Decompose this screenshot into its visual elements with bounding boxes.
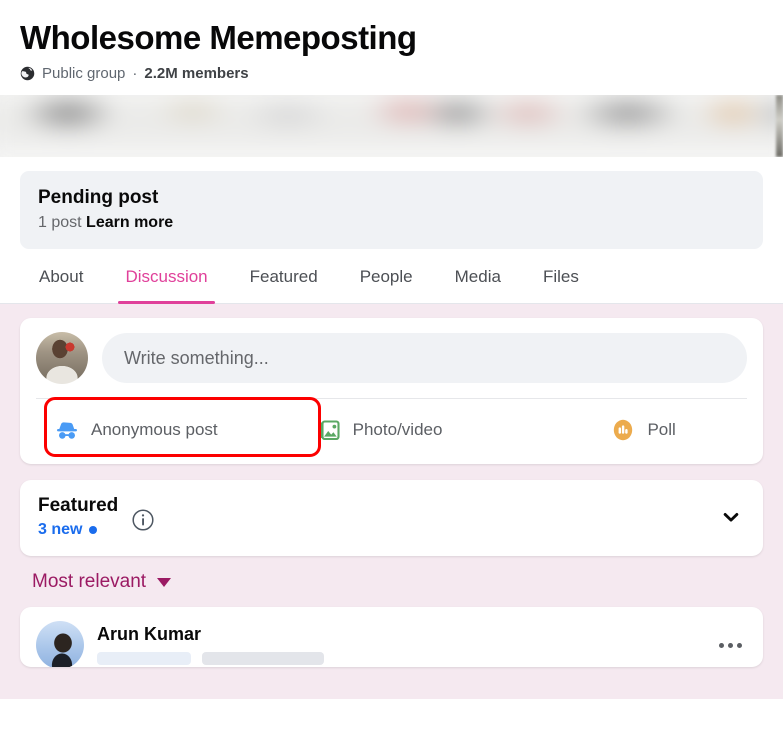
group-tabs: About Discussion Featured People Media F… bbox=[0, 249, 783, 304]
pending-post-subtitle: 1 post Learn more bbox=[38, 212, 745, 233]
composer-input-row bbox=[36, 332, 747, 398]
poll-icon bbox=[610, 417, 636, 443]
group-meta: Public group · 2.2M members bbox=[20, 65, 763, 82]
anonymous-post-button[interactable]: Anonymous post bbox=[44, 408, 228, 452]
tab-people[interactable]: People bbox=[339, 249, 434, 304]
feed: Anonymous post Photo/video bbox=[0, 304, 783, 699]
featured-card[interactable]: Featured 3 new bbox=[20, 480, 763, 556]
featured-new-label: 3 new bbox=[38, 521, 83, 538]
tab-featured[interactable]: Featured bbox=[229, 249, 339, 304]
post-identity: Arun Kumar bbox=[97, 621, 700, 665]
more-options-icon[interactable] bbox=[713, 633, 747, 657]
sort-label: Most relevant bbox=[32, 571, 147, 592]
tab-discussion[interactable]: Discussion bbox=[104, 249, 228, 304]
chevron-down-icon[interactable] bbox=[717, 503, 745, 531]
meta-separator: · bbox=[132, 65, 138, 82]
poll-label: Poll bbox=[647, 420, 676, 439]
photo-video-icon bbox=[316, 417, 342, 443]
cover-photo-image bbox=[0, 95, 783, 157]
featured-new-badge: 3 new bbox=[38, 520, 118, 540]
post-header: Arun Kumar bbox=[36, 621, 747, 667]
caret-down-icon bbox=[157, 577, 172, 587]
group-privacy: Public group bbox=[42, 65, 126, 82]
globe-icon bbox=[20, 66, 35, 81]
cover-photo-edge bbox=[776, 95, 783, 157]
featured-left: Featured 3 new bbox=[38, 494, 717, 540]
avatar[interactable] bbox=[36, 332, 88, 384]
tab-about[interactable]: About bbox=[20, 249, 104, 304]
tab-files[interactable]: Files bbox=[522, 249, 600, 304]
group-member-count: 2.2M members bbox=[144, 65, 249, 82]
skeleton-bar bbox=[202, 652, 324, 665]
info-icon[interactable] bbox=[131, 508, 155, 532]
incognito-icon bbox=[54, 417, 80, 443]
pending-post-count: 1 post bbox=[38, 214, 82, 231]
featured-texts: Featured 3 new bbox=[38, 494, 118, 540]
anonymous-post-label: Anonymous post bbox=[91, 420, 218, 439]
photo-video-button[interactable]: Photo/video bbox=[306, 408, 453, 452]
page-title: Wholesome Memeposting bbox=[20, 19, 417, 56]
pending-post-section: Pending post 1 post Learn more bbox=[0, 157, 783, 249]
learn-more-link[interactable]: Learn more bbox=[86, 214, 173, 231]
cover-photo[interactable] bbox=[0, 95, 783, 157]
post-composer-card: Anonymous post Photo/video bbox=[20, 318, 763, 464]
new-indicator-dot bbox=[89, 526, 98, 534]
skeleton-bar bbox=[97, 652, 191, 665]
sort-dropdown[interactable]: Most relevant bbox=[20, 556, 175, 605]
group-header: Wholesome Memeposting Public group · 2.2… bbox=[0, 0, 783, 82]
avatar[interactable] bbox=[36, 621, 84, 667]
tab-media[interactable]: Media bbox=[434, 249, 522, 304]
search-input[interactable] bbox=[102, 333, 747, 383]
pending-post-card[interactable]: Pending post 1 post Learn more bbox=[20, 171, 763, 249]
group-page: Wholesome Memeposting Public group · 2.2… bbox=[0, 0, 783, 750]
post-card: Arun Kumar bbox=[20, 607, 763, 667]
post-meta-placeholder bbox=[97, 652, 700, 665]
composer-actions: Anonymous post Photo/video Poll bbox=[36, 397, 747, 464]
pending-post-title: Pending post bbox=[38, 187, 159, 208]
photo-video-label: Photo/video bbox=[352, 420, 443, 439]
post-author-name[interactable]: Arun Kumar bbox=[97, 623, 700, 645]
featured-title: Featured bbox=[38, 495, 119, 516]
poll-button[interactable]: Poll bbox=[600, 408, 685, 452]
